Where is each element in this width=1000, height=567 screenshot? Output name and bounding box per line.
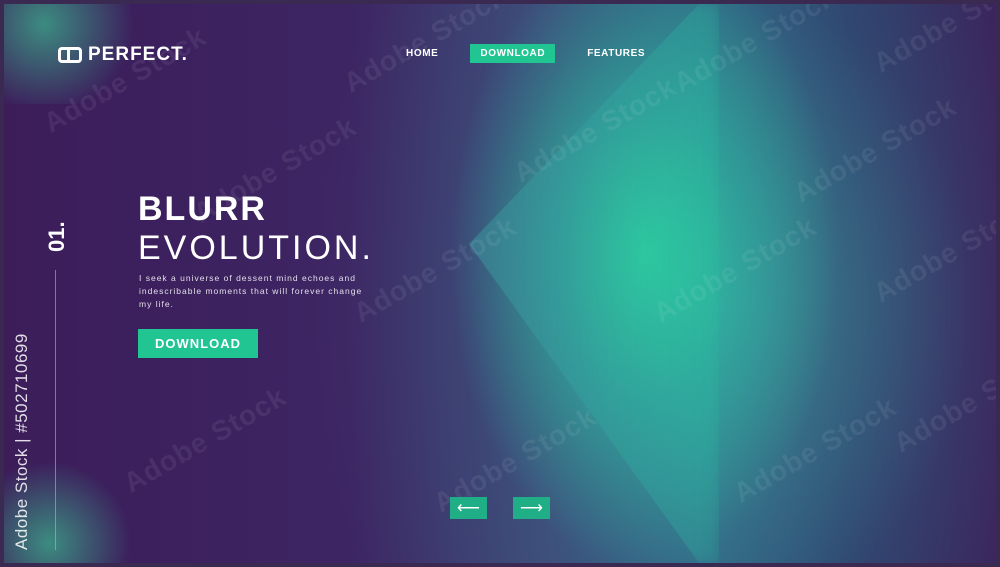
watermark: Adobe Stock [118, 380, 292, 499]
arrow-left-icon: ⟵ [457, 500, 480, 517]
hero-title-line2: EVOLUTION. [138, 229, 374, 267]
side-divider [55, 270, 56, 550]
slide-number: 01. [44, 221, 69, 252]
next-slide-button[interactable]: ⟶ [513, 497, 550, 519]
watermark: Adobe Stock [868, 190, 996, 309]
watermark: Adobe Stock [38, 20, 212, 139]
logo-icon [58, 47, 82, 63]
nav-item-features[interactable]: FEATURES [577, 44, 655, 63]
watermark: Adobe Stock [888, 340, 996, 459]
watermark: Adobe Stock [728, 390, 902, 509]
hero-description: I seek a universe of dessent mind echoes… [139, 273, 363, 309]
prev-slide-button[interactable]: ⟵ [450, 497, 487, 519]
hero-title-line1: BLURR [138, 190, 267, 228]
top-nav: HOME DOWNLOAD FEATURES [396, 44, 655, 63]
download-button[interactable]: DOWNLOAD [138, 329, 258, 358]
stock-id-text: Adobe Stock | #502710699 [12, 333, 31, 550]
watermark: Adobe Stock [788, 90, 962, 209]
arrow-right-icon: ⟶ [520, 500, 543, 517]
brand-logo[interactable]: PERFECT. [58, 44, 188, 66]
brand-name: PERFECT. [88, 44, 188, 65]
nav-item-home[interactable]: HOME [396, 44, 448, 63]
watermark: Adobe Stock [868, 4, 996, 79]
nav-item-download[interactable]: DOWNLOAD [470, 44, 556, 63]
